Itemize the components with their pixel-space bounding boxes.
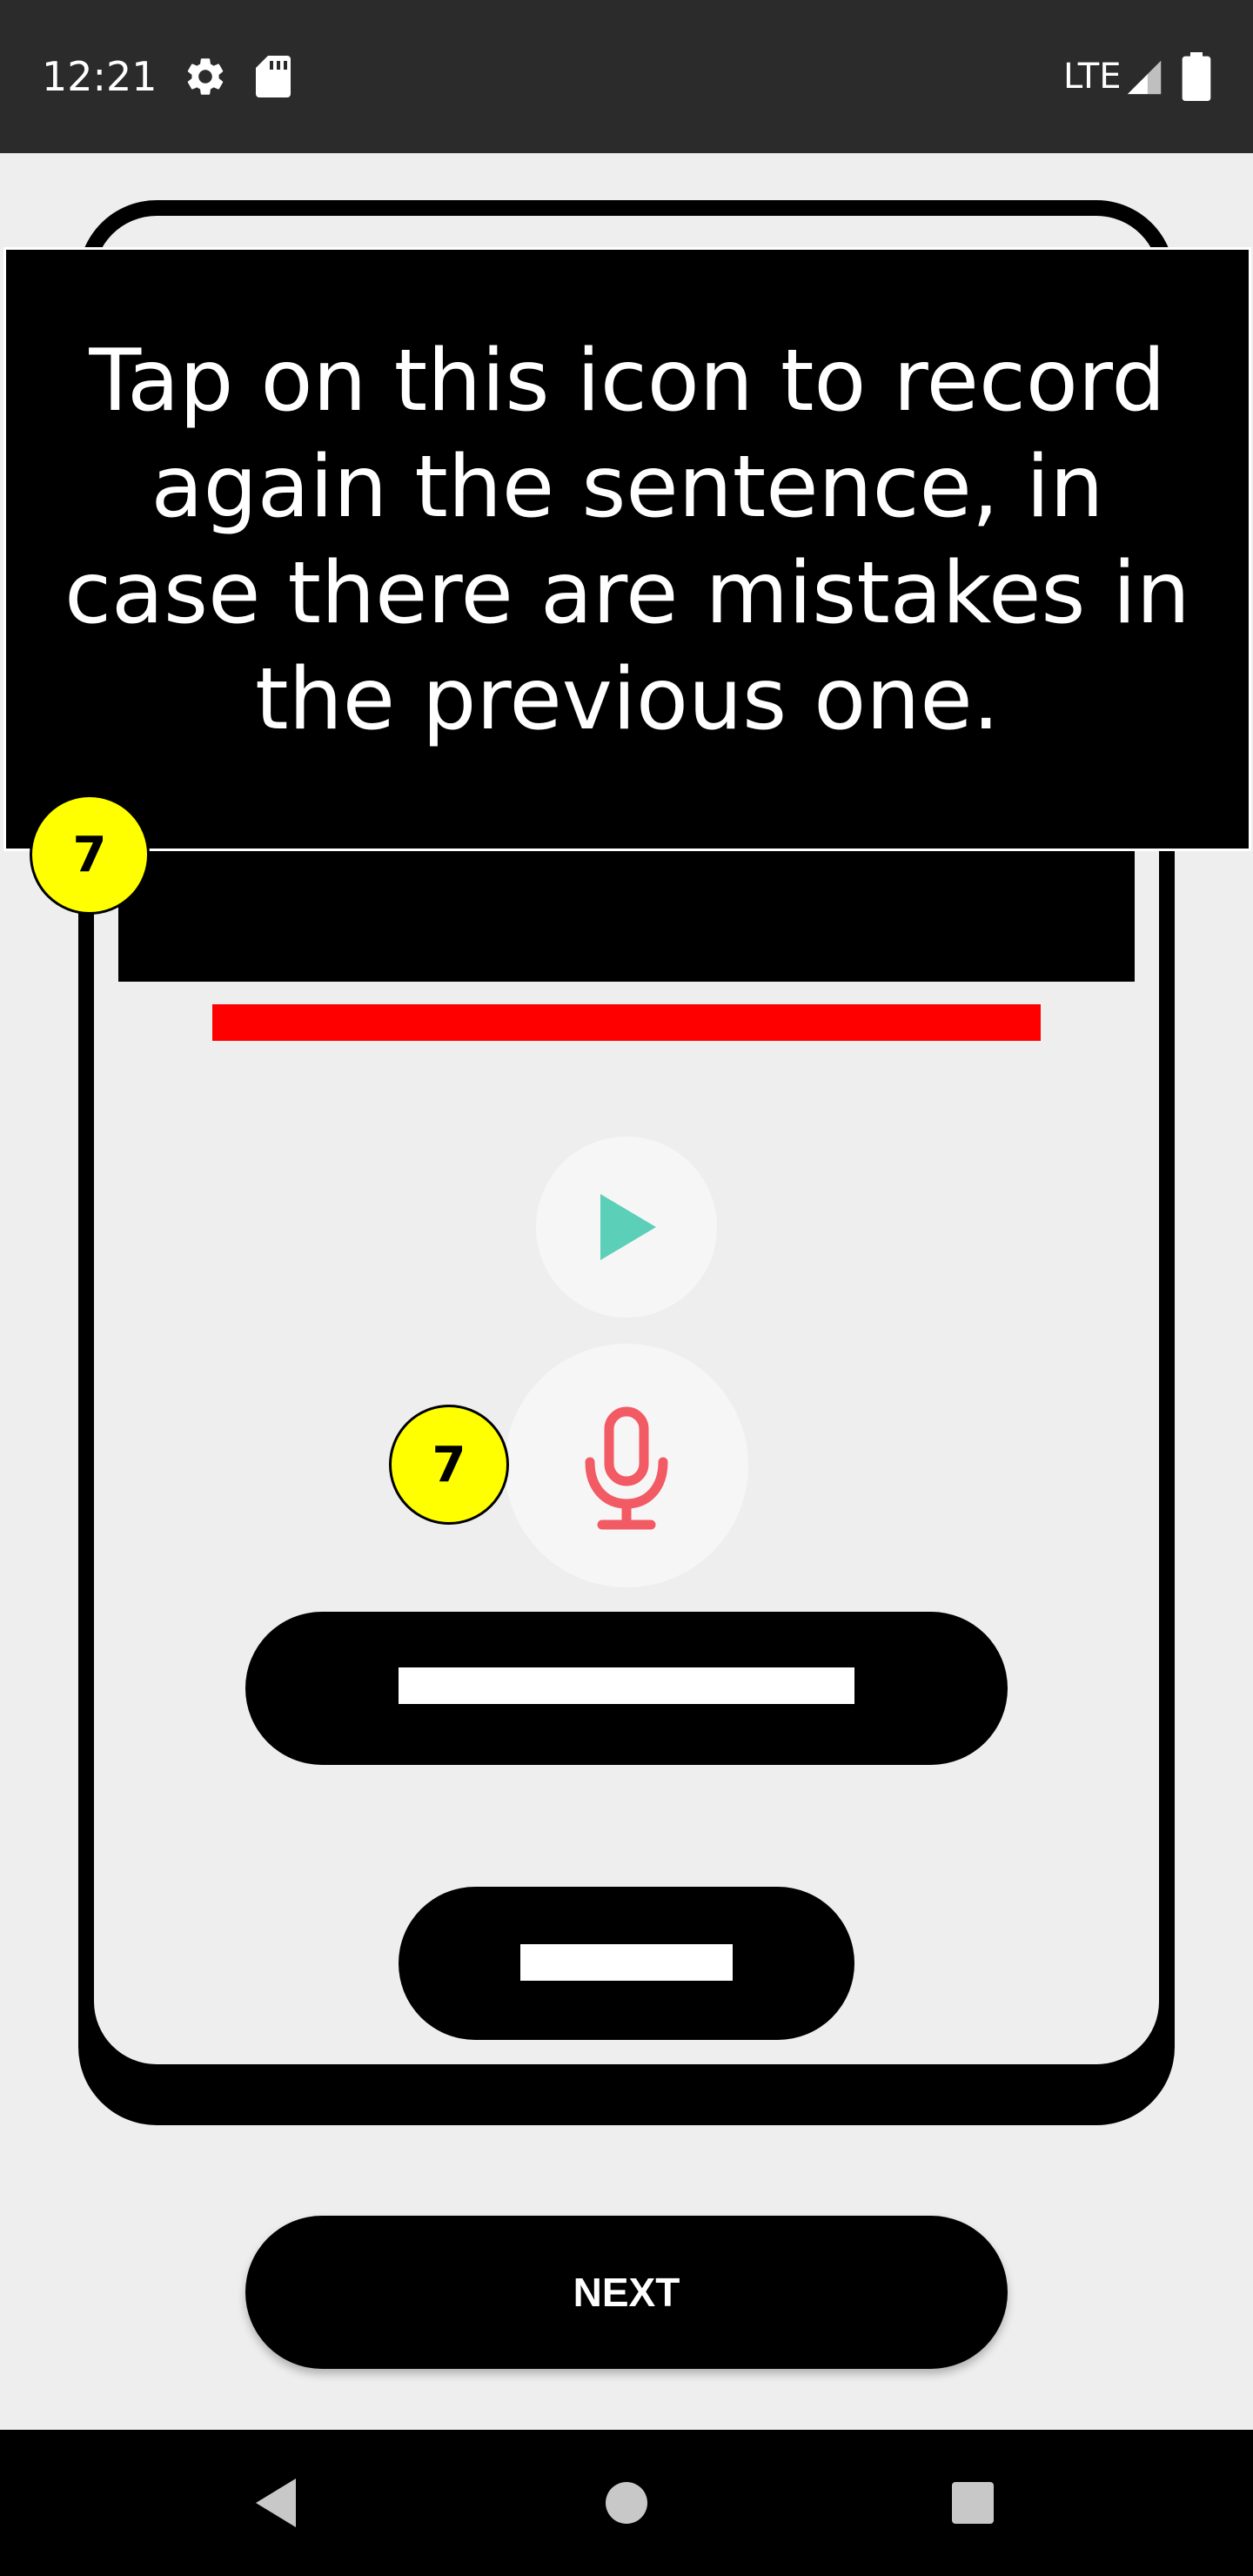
progress-bar [212,1004,1041,1041]
status-time: 12:21 [42,53,157,100]
navigation-bar [0,2430,1253,2576]
step-badge-mic: 7 [389,1405,509,1525]
signal-icon [1127,60,1162,95]
network-type-label: LTE [1063,57,1122,97]
sd-card-icon [256,56,291,97]
next-button[interactable]: NEXT [245,2216,1008,2369]
battery-icon [1182,52,1211,101]
home-icon[interactable] [604,2480,649,2526]
placeholder-label-bar-small [520,1944,733,1981]
settings-icon [187,58,224,95]
play-icon [600,1194,656,1260]
record-button[interactable] [505,1344,748,1587]
play-button[interactable] [536,1137,717,1318]
tutorial-tooltip: Tap on this icon to record again the sen… [3,247,1251,851]
recents-icon[interactable] [950,2480,995,2526]
back-icon[interactable] [251,2475,299,2531]
step-badge: 7 [30,795,150,915]
microphone-icon [585,1406,668,1530]
status-bar: 12:21 LTE [0,0,1253,153]
sentence-block [118,849,1135,982]
tooltip-text: Tap on this icon to record again the sen… [64,332,1190,749]
placeholder-label-bar [399,1667,854,1704]
